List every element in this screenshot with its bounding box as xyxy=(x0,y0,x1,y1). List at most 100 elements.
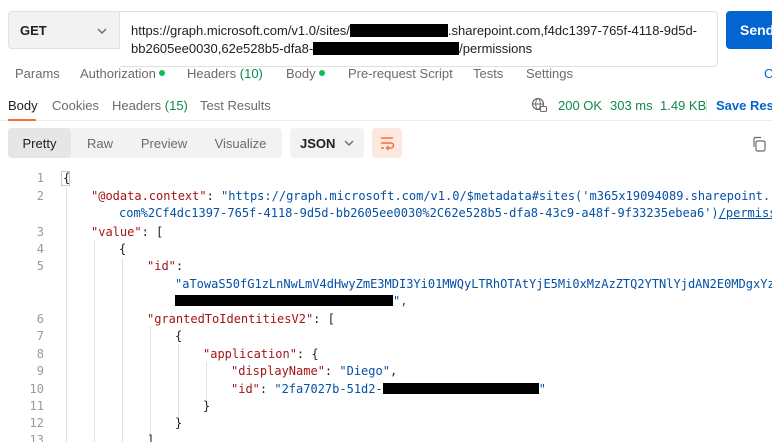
redacted-block xyxy=(175,295,393,306)
json-key: "id" xyxy=(231,382,260,396)
language-select[interactable]: JSON xyxy=(290,128,364,158)
code-line: { xyxy=(119,242,127,256)
redacted-block xyxy=(313,42,460,55)
url-text: .sharepoint.com,f4dc1397-765f-4118-9d5d- xyxy=(447,23,698,38)
tab-response-headers[interactable]: Headers (15) xyxy=(112,98,188,113)
code-line: "application": { xyxy=(203,347,319,361)
url-line-1: https://graph.microsoft.com/v1.0/sites/.… xyxy=(131,23,697,38)
redacted-block xyxy=(382,383,539,394)
format-visualize[interactable]: Visualize xyxy=(199,128,282,158)
indent-guide xyxy=(122,258,123,442)
tab-tests[interactable]: Tests xyxy=(473,66,503,81)
tab-response-cookies[interactable]: Cookies xyxy=(52,98,99,113)
response-time[interactable]: 303 ms xyxy=(610,98,653,113)
line-number: 9 xyxy=(36,364,44,378)
divider xyxy=(0,120,772,121)
indent-guide xyxy=(94,240,95,442)
status-dot xyxy=(318,70,325,76)
json-key: "grantedToIdentitiesV2" xyxy=(147,312,314,326)
copy-icon[interactable] xyxy=(751,136,767,152)
wrap-lines-button[interactable] xyxy=(372,128,402,158)
code-line: ", xyxy=(175,294,407,308)
indent-guide xyxy=(66,188,67,442)
json-string: "aTowaS50fG1zLnNwLmV4dHwyZmE3MDI3Yi01MWQ… xyxy=(175,277,772,291)
json-punct: : [ xyxy=(141,225,164,239)
json-string: " xyxy=(538,382,546,396)
json-string: "Diego" xyxy=(339,364,390,378)
tab-test-results[interactable]: Test Results xyxy=(200,98,271,113)
url-input[interactable]: https://graph.microsoft.com/v1.0/sites/.… xyxy=(120,11,718,67)
json-string: ", xyxy=(393,294,408,308)
line-number: 4 xyxy=(36,242,44,256)
json-link[interactable]: /permissio xyxy=(719,206,772,220)
request-tabs: Params Authorization Headers (10) Body P… xyxy=(0,64,772,84)
json-punct: : { xyxy=(296,347,319,361)
save-response-button[interactable]: Save Resp xyxy=(716,98,772,113)
json-punct: , xyxy=(389,364,398,378)
code-line: } xyxy=(203,399,211,413)
json-key: "application" xyxy=(203,347,297,361)
chevron-down-icon xyxy=(97,28,107,34)
code-line: com%2Cf4dc1397-765f-4118-9d5d-bb2605ee00… xyxy=(119,206,772,220)
send-button[interactable]: Send xyxy=(726,11,772,49)
line-number: 1 xyxy=(36,171,44,185)
json-key: "id" xyxy=(147,259,176,273)
line-number: 8 xyxy=(36,347,44,361)
line-number: 5 xyxy=(36,259,44,273)
tab-prerequest-script[interactable]: Pre-request Script xyxy=(348,66,453,81)
method-select[interactable]: GET xyxy=(8,11,120,49)
code-line: ] xyxy=(147,433,155,442)
tab-authorization[interactable]: Authorization xyxy=(80,66,165,81)
code-line: } xyxy=(175,416,183,430)
tab-label: Headers xyxy=(112,98,162,113)
format-raw[interactable]: Raw xyxy=(71,128,129,158)
response-headers-count: (15) xyxy=(164,98,188,113)
json-string: "2fa7027b-51d2- xyxy=(274,382,383,396)
url-text: /permissions xyxy=(459,41,533,56)
json-string: "https://graph.microsoft.com/v1.0/$metad… xyxy=(221,189,771,203)
format-pretty[interactable]: Pretty xyxy=(8,128,71,158)
request-bar: GET https://graph.microsoft.com/v1.0/sit… xyxy=(0,0,772,67)
line-number: 3 xyxy=(36,225,44,239)
tab-label: Body xyxy=(286,66,316,81)
tab-headers[interactable]: Headers (10) xyxy=(187,66,263,81)
response-code-editor[interactable]: 1 2 3 4 5 6 7 8 9 10 11 12 13 { "@odata.… xyxy=(0,168,772,442)
code-line: { xyxy=(63,171,71,185)
divider xyxy=(706,99,707,113)
format-selector: Pretty Raw Preview Visualize xyxy=(8,128,282,158)
url-text: bb2605ee0030,62e528b5-dfa8- xyxy=(131,41,314,56)
method-label: GET xyxy=(20,23,47,38)
status-code[interactable]: 200 OK xyxy=(558,98,602,113)
tab-body[interactable]: Body xyxy=(286,66,325,81)
json-key: "displayName" xyxy=(231,364,325,378)
tab-settings[interactable]: Settings xyxy=(526,66,573,81)
tab-response-body[interactable]: Body xyxy=(8,98,38,113)
code-line: { xyxy=(175,329,183,343)
code-line: "displayName": "Diego", xyxy=(231,364,397,378)
json-punct: : xyxy=(206,189,222,203)
globe-icon[interactable] xyxy=(531,97,547,113)
json-key: "value" xyxy=(91,225,142,239)
status-dot xyxy=(158,70,165,76)
headers-count: (10) xyxy=(239,66,263,81)
response-size[interactable]: 1.49 KB xyxy=(660,98,706,113)
json-punct: : xyxy=(175,259,184,273)
url-line-2: bb2605ee0030,62e528b5-dfa8- /permissions xyxy=(131,41,532,56)
cookies-link[interactable]: C xyxy=(764,66,772,81)
json-punct: : [ xyxy=(313,312,335,326)
redacted-block xyxy=(349,24,448,37)
indent-guide xyxy=(150,326,151,438)
tab-params[interactable]: Params xyxy=(15,66,60,81)
format-preview[interactable]: Preview xyxy=(129,128,199,158)
indent-guide xyxy=(178,344,179,420)
wrap-lines-icon xyxy=(381,137,395,151)
line-number: 7 xyxy=(36,329,44,343)
code-line: "id": xyxy=(147,259,183,273)
code-line: "value": [ xyxy=(91,225,163,239)
indent-guide xyxy=(206,362,207,402)
response-header: Body Cookies Headers (15) Test Results 2… xyxy=(0,96,772,116)
tab-label: Authorization xyxy=(80,66,156,81)
code-line: "@odata.context": "https://graph.microso… xyxy=(91,189,770,203)
active-tab-indicator xyxy=(8,119,36,121)
chevron-down-icon xyxy=(344,140,354,146)
